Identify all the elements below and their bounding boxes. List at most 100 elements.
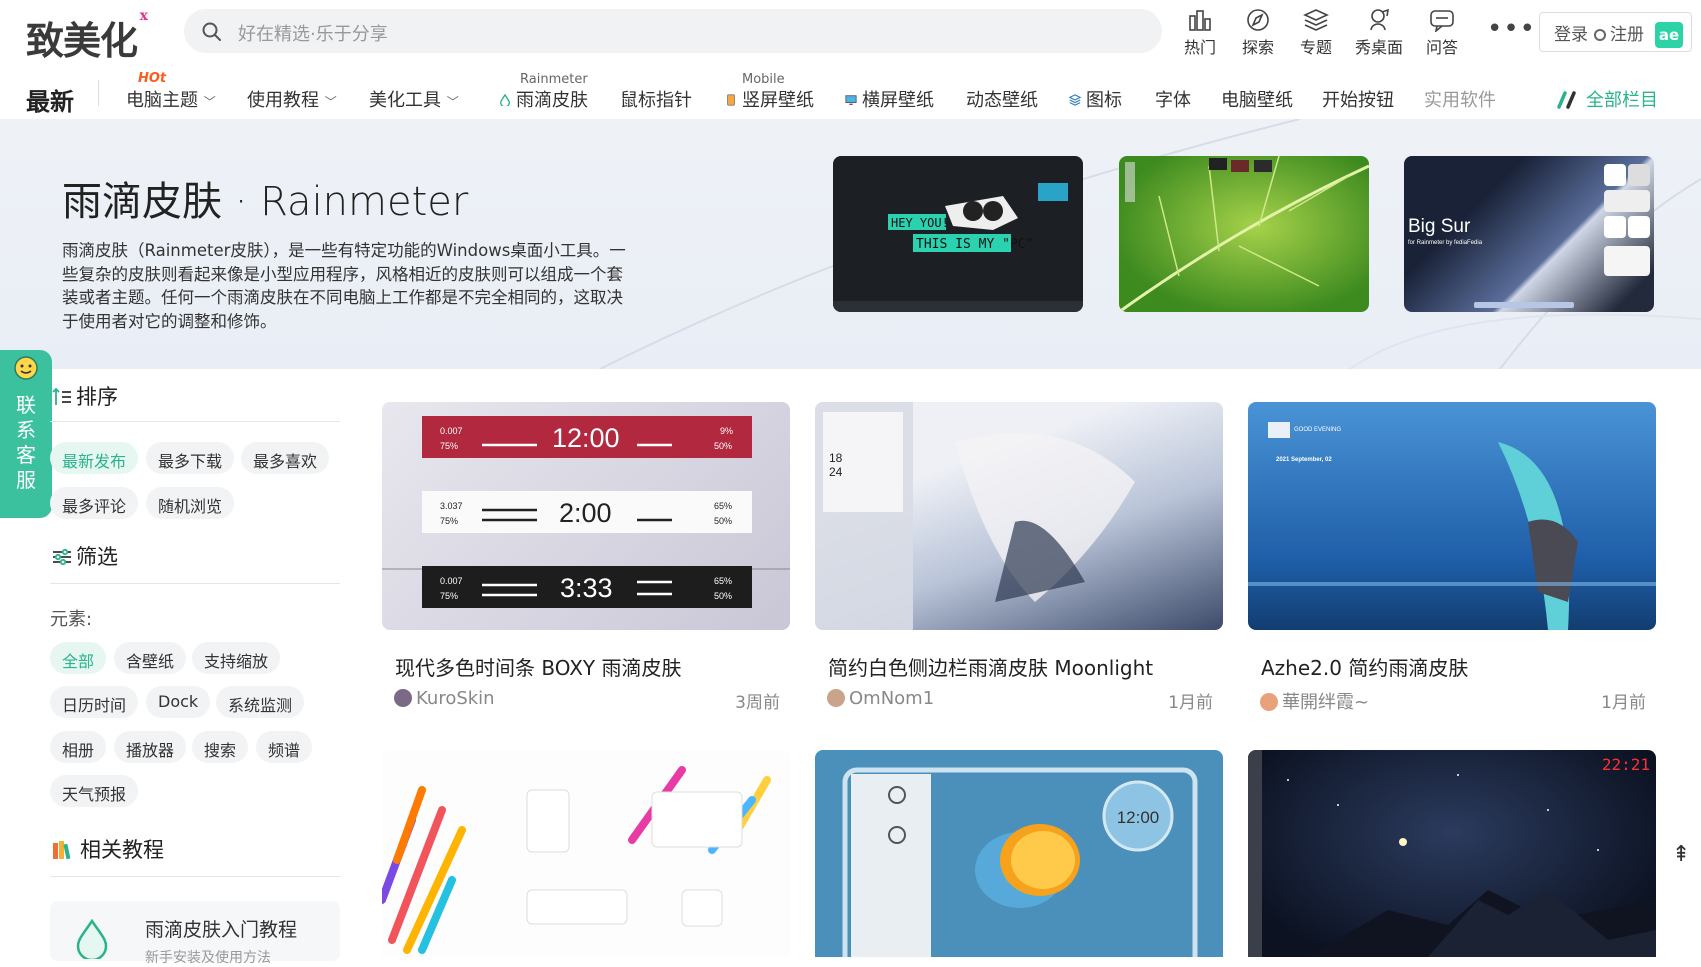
filter-weather[interactable]: 天气预报 bbox=[50, 775, 139, 807]
nav-item-pc-theme[interactable]: HOt 电脑主题 ﹀ bbox=[126, 71, 216, 112]
hot-badge: HOt bbox=[138, 71, 167, 86]
avatar bbox=[827, 689, 845, 707]
hero-thumb-1[interactable]: HEY YOU! THIS IS MY "PC" bbox=[833, 156, 1083, 312]
tutorial-card-subtitle: 新手安装及使用方法 bbox=[145, 950, 271, 966]
tutorial-card-title: 雨滴皮肤入门教程 bbox=[145, 919, 298, 941]
sort-option-random[interactable]: 随机浏览 bbox=[146, 487, 235, 519]
nav-latest[interactable]: 最新 bbox=[26, 82, 74, 117]
card-time: 1月前 bbox=[1168, 693, 1213, 713]
filter-system-monitor[interactable]: 系统监测 bbox=[216, 686, 305, 718]
nav-qa-button[interactable]: 问答 bbox=[1412, 8, 1472, 58]
card-title[interactable]: 现代多色时间条 BOXY 雨滴皮肤 bbox=[395, 652, 681, 681]
nav-item-landscape-wallpaper[interactable]: 横屏壁纸 bbox=[844, 86, 934, 112]
qa-label: 问答 bbox=[1425, 38, 1458, 57]
topic-label: 专题 bbox=[1299, 38, 1332, 57]
nav-item-cursor[interactable]: 鼠标指针 bbox=[620, 86, 692, 112]
nav-hot-button[interactable]: 热门 bbox=[1170, 8, 1230, 58]
slash-logo-icon bbox=[1557, 91, 1576, 109]
nav-item-fonts[interactable]: 字体 bbox=[1155, 86, 1191, 112]
nav-item-tutorials[interactable]: 使用教程 ﹀ bbox=[247, 86, 337, 112]
site-logo[interactable]: 致美化 x bbox=[26, 8, 148, 65]
orange-preview-art: 12:00 bbox=[842, 767, 1198, 957]
nav-item-mobile-wallpaper[interactable]: Mobile 竖屏壁纸 bbox=[724, 72, 814, 112]
hero-thumb-2[interactable] bbox=[1119, 156, 1369, 312]
filter-album[interactable]: 相册 bbox=[50, 731, 107, 763]
nav-item-label: 美化工具 bbox=[369, 90, 441, 111]
bar1-right-top: 9% bbox=[720, 426, 733, 436]
filter-search[interactable]: 搜索 bbox=[192, 731, 249, 763]
nav-divider bbox=[98, 80, 99, 106]
avatar bbox=[394, 689, 412, 707]
nav-item-label: 横屏壁纸 bbox=[862, 90, 934, 111]
night-clock: 22:21 bbox=[1602, 755, 1650, 774]
hot-icon bbox=[1189, 10, 1211, 31]
layers-icon bbox=[1068, 94, 1082, 106]
nav-item-software[interactable]: 实用软件 bbox=[1424, 86, 1496, 112]
page-title: 雨滴皮肤 · Rainmeter bbox=[62, 179, 469, 225]
nav-item-start-button[interactable]: 开始按钮 bbox=[1322, 86, 1394, 112]
nav-item-pc-wallpaper[interactable]: 电脑壁纸 bbox=[1221, 86, 1293, 112]
nav-desktop-show-button[interactable]: 秀桌面 bbox=[1349, 8, 1409, 58]
bar3-clock: 3:33 bbox=[560, 573, 613, 603]
card-author[interactable]: 華開绊霞~ bbox=[1260, 688, 1369, 714]
desktop-show-label: 秀桌面 bbox=[1354, 38, 1403, 57]
bar1-left-bottom: 75% bbox=[440, 441, 458, 451]
bar1-clock: 12:00 bbox=[552, 423, 620, 453]
nav-item-label: 图标 bbox=[1086, 90, 1122, 111]
sort-option-latest[interactable]: 最新发布 bbox=[50, 442, 139, 474]
sort-option-likes[interactable]: 最多喜欢 bbox=[241, 442, 330, 474]
nav-topic-button[interactable]: 专题 bbox=[1286, 8, 1346, 58]
card-author[interactable]: OmNom1 bbox=[827, 688, 934, 709]
droplet-icon bbox=[500, 94, 510, 106]
bar2-right-bottom: 50% bbox=[714, 516, 732, 526]
azhe-preview-art: GOOD EVENING 2021 September, 02 bbox=[1248, 422, 1656, 630]
bar3-right-top: 65% bbox=[714, 576, 732, 586]
tutorial-card[interactable]: 雨滴皮肤入门教程 新手安装及使用方法 bbox=[50, 901, 340, 966]
category-nav: 最新 HOt 电脑主题 ﹀ 使用教程 ﹀ 美化工具 ﹀ Rainmeter 雨滴皮肤… bbox=[0, 66, 1701, 119]
nav-item-label: 使用教程 bbox=[247, 90, 319, 111]
hero-thumb-3[interactable]: Big Sur for Rainmeter by fediaFedia bbox=[1404, 156, 1654, 312]
page-description: 雨滴皮肤（Rainmeter皮肤），是一些有特定功能的Windows桌面小工具。… bbox=[62, 241, 626, 331]
filter-spectrum[interactable]: 频谱 bbox=[256, 731, 313, 763]
contact-support-button[interactable]: 联系客服 bbox=[0, 350, 52, 518]
sort-title: 排序 bbox=[76, 385, 118, 409]
bar1-right-bottom: 50% bbox=[714, 441, 732, 451]
sort-option-comments[interactable]: 最多评论 bbox=[50, 487, 139, 519]
author-name: 華開绊霞~ bbox=[1282, 692, 1370, 713]
card-title[interactable]: Azhe2.0 简约雨滴皮肤 bbox=[1261, 652, 1468, 681]
card-image: 22:21 bbox=[1248, 750, 1656, 957]
filter-icon bbox=[53, 548, 71, 566]
bar2-left-top: 3.037 bbox=[440, 501, 463, 511]
hot-label: 热门 bbox=[1183, 38, 1216, 57]
tutorials-title: 相关教程 bbox=[80, 838, 164, 862]
more-menu-icon[interactable]: ••• bbox=[1487, 14, 1536, 44]
filter-calendar[interactable]: 日历时间 bbox=[50, 686, 139, 718]
register-link[interactable]: 注册 bbox=[1610, 25, 1644, 45]
card-image: 18 24 bbox=[815, 402, 1223, 630]
nav-item-rainmeter[interactable]: Rainmeter 雨滴皮肤 bbox=[498, 72, 588, 112]
nav-item-live-wallpaper[interactable]: 动态壁纸 bbox=[966, 86, 1038, 112]
droplet-icon bbox=[76, 919, 108, 959]
nav-item-tools[interactable]: 美化工具 ﹀ bbox=[369, 86, 459, 112]
sort-option-downloads[interactable]: 最多下载 bbox=[146, 442, 235, 474]
login-link[interactable]: 登录 bbox=[1554, 25, 1588, 45]
back-to-top-icon[interactable]: ⇞ bbox=[1672, 842, 1690, 867]
filter-wallpaper[interactable]: 含壁纸 bbox=[114, 642, 187, 674]
sort-icon bbox=[52, 387, 71, 405]
filter-dock[interactable]: Dock bbox=[146, 686, 211, 718]
hero-thumb-3-art: Big Sur for Rainmeter by fediaFedia bbox=[1408, 164, 1650, 308]
ae-logo-icon[interactable]: ae bbox=[1655, 22, 1683, 48]
boxy-preview-art: 0.007 75% 12:00 9% 50% 3.037 75% 2:00 65… bbox=[382, 416, 790, 608]
all-columns-label: 全部栏目 bbox=[1586, 90, 1658, 111]
search-bar[interactable]: 好在精选·乐于分享 bbox=[184, 9, 1162, 53]
nav-item-icons[interactable]: 图标 bbox=[1068, 86, 1122, 112]
nav-all-columns[interactable]: 全部栏目 bbox=[1556, 86, 1658, 112]
filter-all[interactable]: 全部 bbox=[50, 642, 107, 674]
nav-item-label: 竖屏壁纸 bbox=[742, 90, 814, 111]
filter-scalable[interactable]: 支持缩放 bbox=[192, 642, 281, 674]
card-author[interactable]: KuroSkin bbox=[394, 688, 495, 709]
nav-explore-button[interactable]: 探索 bbox=[1228, 8, 1288, 58]
card-time: 1月前 bbox=[1601, 693, 1646, 713]
filter-player[interactable]: 播放器 bbox=[114, 731, 187, 763]
card-title[interactable]: 简约白色侧边栏雨滴皮肤 Moonlight bbox=[828, 652, 1153, 681]
